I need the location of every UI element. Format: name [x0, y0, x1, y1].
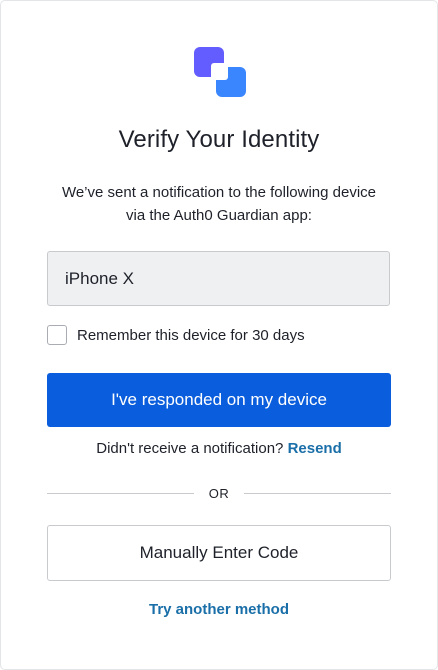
- verification-card: Verify Your Identity We’ve sent a notifi…: [0, 0, 438, 670]
- device-name-field[interactable]: [47, 251, 390, 306]
- or-divider: OR: [47, 484, 391, 502]
- resend-row: Didn't receive a notification? Resend: [1, 440, 437, 457]
- auth0-guardian-logo-icon: [194, 47, 246, 97]
- description: We’ve sent a notification to the followi…: [41, 181, 397, 227]
- divider-line-right: [244, 492, 391, 494]
- divider-text: OR: [208, 485, 230, 501]
- remember-device-label[interactable]: Remember this device for 30 days: [77, 327, 305, 344]
- try-another-row: Try another method: [1, 601, 437, 618]
- resend-prompt: Didn't receive a notification?: [96, 440, 284, 457]
- divider-line-left: [47, 492, 194, 494]
- manually-enter-code-button[interactable]: Manually Enter Code: [47, 525, 391, 581]
- responded-on-device-button[interactable]: I've responded on my device: [47, 373, 391, 427]
- try-another-method-link[interactable]: Try another method: [149, 601, 289, 618]
- page-title: Verify Your Identity: [118, 126, 320, 153]
- description-line-2: via the Auth0 Guardian app:: [126, 207, 312, 224]
- remember-device-row[interactable]: Remember this device for 30 days: [47, 324, 305, 346]
- remember-device-checkbox[interactable]: [47, 325, 67, 345]
- resend-link[interactable]: Resend: [288, 440, 342, 457]
- description-line-1: We’ve sent a notification to the followi…: [61, 184, 377, 201]
